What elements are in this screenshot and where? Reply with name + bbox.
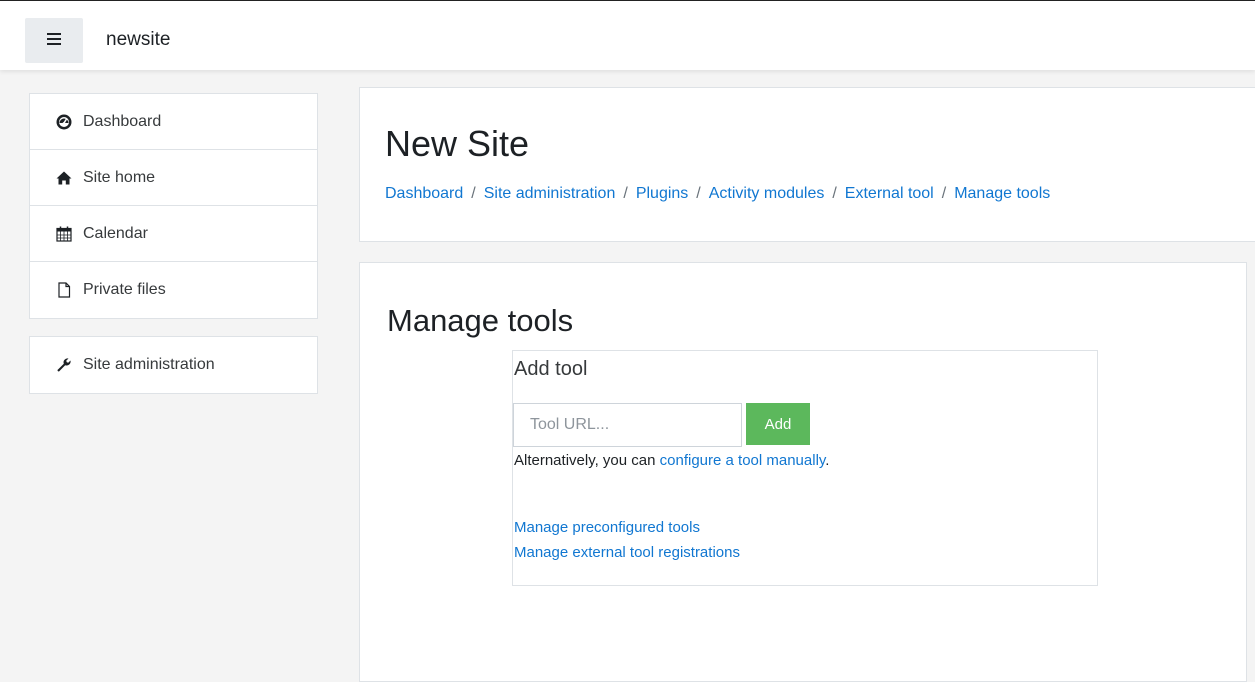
breadcrumb-separator: / xyxy=(623,185,628,202)
configure-tool-manually-link[interactable]: configure a tool manually xyxy=(660,452,826,469)
breadcrumb: Dashboard / Site administration / Plugins / Ac… xyxy=(385,185,1050,203)
section-title: Manage tools xyxy=(387,303,574,338)
main-content: Manage tools Add tool Add Alternatively,… xyxy=(359,262,1247,682)
sidebar-item-label: Private files xyxy=(83,281,166,298)
calendar-icon xyxy=(55,225,73,243)
add-tool-button[interactable]: Add xyxy=(746,403,810,445)
breadcrumb-activity-modules[interactable]: Activity modules xyxy=(709,185,825,202)
sidebar-item-private-files[interactable]: Private files xyxy=(30,262,317,318)
breadcrumb-separator: / xyxy=(941,185,947,202)
add-tool-panel: Add tool Add Alternatively, you can conf… xyxy=(512,350,1098,586)
breadcrumb-site-administration[interactable]: Site administration xyxy=(484,185,616,202)
hamburger-menu-button[interactable] xyxy=(25,18,83,63)
sidebar-item-label: Calendar xyxy=(83,224,148,242)
page-title: New Site xyxy=(385,123,530,164)
sidebar-nav: Dashboard Site home Calendar Private fil… xyxy=(29,93,318,319)
site-name-link[interactable]: newsite xyxy=(106,29,170,51)
sidebar-admin-nav: Site administration xyxy=(29,336,318,394)
sidebar-item-dashboard[interactable]: Dashboard xyxy=(30,94,317,150)
wrench-icon xyxy=(55,356,73,374)
breadcrumb-dashboard[interactable]: Dashboard xyxy=(385,185,463,202)
manage-external-tool-registrations-link[interactable]: Manage external tool registrations xyxy=(514,544,740,561)
page-header: New Site Dashboard / Site administration / P… xyxy=(359,87,1255,242)
dashboard-icon xyxy=(55,113,73,131)
sidebar-item-calendar[interactable]: Calendar xyxy=(30,206,317,262)
alternative-suffix: . xyxy=(825,452,830,469)
sidebar-item-site-home[interactable]: Site home xyxy=(30,150,317,206)
top-navbar: newsite xyxy=(0,0,1255,70)
alternative-prefix: Alternatively, you can xyxy=(514,452,660,469)
home-icon xyxy=(55,169,73,187)
breadcrumb-external-tool[interactable]: External tool xyxy=(845,185,934,202)
hamburger-icon xyxy=(47,33,61,48)
file-icon xyxy=(55,281,73,299)
alternative-text: Alternatively, you can configure a tool … xyxy=(514,452,829,469)
breadcrumb-separator: / xyxy=(471,185,476,202)
manage-preconfigured-tools-link[interactable]: Manage preconfigured tools xyxy=(514,519,700,536)
sidebar-item-label: Site home xyxy=(83,168,156,186)
sidebar-item-site-administration[interactable]: Site administration xyxy=(30,337,317,393)
tool-url-input[interactable] xyxy=(513,403,742,447)
breadcrumb-plugins[interactable]: Plugins xyxy=(636,185,688,202)
breadcrumb-separator: / xyxy=(696,185,701,202)
add-tool-title: Add tool xyxy=(514,358,588,380)
sidebar-item-label: Site administration xyxy=(83,356,215,373)
breadcrumb-separator: / xyxy=(832,185,837,202)
sidebar-item-label: Dashboard xyxy=(83,112,162,130)
breadcrumb-manage-tools[interactable]: Manage tools xyxy=(954,185,1050,202)
